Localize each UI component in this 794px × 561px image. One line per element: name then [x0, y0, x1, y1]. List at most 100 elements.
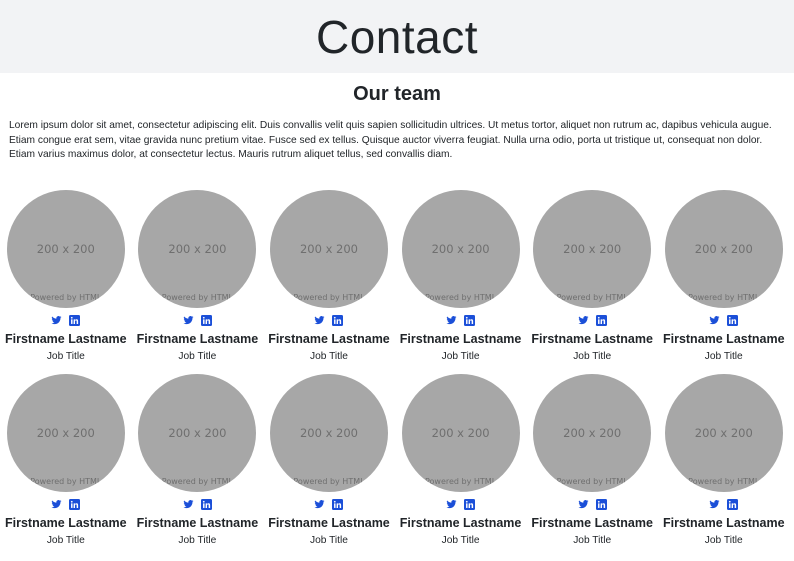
linkedin-link[interactable] — [69, 314, 81, 326]
member-name: Firstname Lastname — [662, 332, 785, 346]
avatar: 200 x 200 Powered by HTML — [6, 190, 125, 308]
avatar-size-label: 200 x 200 — [168, 242, 227, 256]
avatar: 200 x 200 Powered by HTML — [138, 374, 257, 492]
twitter-icon — [314, 315, 326, 324]
avatar-watermark: Powered by HTML — [688, 293, 760, 302]
twitter-link[interactable] — [578, 315, 589, 326]
member-job-title: Job Title — [310, 351, 348, 362]
linkedin-icon — [464, 498, 476, 510]
avatar: 200 x 200 Powered by HTML — [401, 374, 520, 492]
avatar-size-label: 200 x 200 — [431, 242, 490, 256]
linkedin-link[interactable] — [332, 498, 344, 510]
twitter-link[interactable] — [709, 499, 720, 510]
avatar: 200 x 200 Powered by HTML — [269, 190, 388, 308]
social-links — [51, 498, 81, 510]
linkedin-link[interactable] — [200, 314, 212, 326]
twitter-link[interactable] — [51, 499, 62, 510]
member-job-title: Job Title — [441, 351, 480, 362]
linkedin-link[interactable] — [332, 314, 344, 326]
avatar: 200 x 200 Powered by HTML — [269, 374, 388, 492]
social-links — [709, 498, 739, 510]
member-name: Firstname Lastname — [531, 332, 653, 346]
twitter-link[interactable] — [446, 315, 457, 326]
team-member-card: 200 x 200 Powered by HTML Firstname Last… — [526, 374, 658, 558]
member-name: Firstname Lastname — [399, 516, 522, 530]
linkedin-icon — [69, 498, 81, 510]
linkedin-link[interactable] — [69, 498, 81, 510]
linkedin-icon — [595, 498, 607, 510]
team-member-card: 200 x 200 Powered by HTML Firstname Last… — [526, 190, 658, 374]
linkedin-link[interactable] — [595, 498, 607, 510]
team-member-card: 200 x 200 Powered by HTML Firstname Last… — [263, 374, 395, 558]
avatar: 200 x 200 Powered by HTML — [533, 374, 652, 492]
avatar: 200 x 200 Powered by HTML — [6, 374, 125, 492]
linkedin-link[interactable] — [464, 314, 476, 326]
avatar-size-label: 200 x 200 — [36, 242, 95, 256]
linkedin-link[interactable] — [464, 498, 476, 510]
avatar-watermark: Powered by HTML — [293, 477, 365, 486]
twitter-icon — [578, 499, 589, 508]
twitter-icon — [183, 315, 194, 324]
member-name: Firstname Lastname — [662, 516, 785, 530]
twitter-link[interactable] — [183, 315, 194, 326]
avatar-watermark: Powered by HTML — [30, 477, 102, 486]
avatar: 200 x 200 Powered by HTML — [401, 190, 520, 308]
linkedin-icon — [332, 314, 344, 326]
social-links — [51, 314, 81, 326]
team-member-card: 200 x 200 Powered by HTML Firstname Last… — [658, 374, 790, 558]
team-heading: Our team — [353, 83, 441, 105]
linkedin-icon — [332, 498, 344, 510]
twitter-link[interactable] — [51, 315, 62, 326]
twitter-link[interactable] — [314, 315, 326, 326]
member-name: Firstname Lastname — [5, 332, 127, 346]
member-job-title: Job Title — [46, 535, 85, 546]
twitter-link[interactable] — [709, 315, 720, 326]
social-links — [578, 498, 607, 510]
team-row: 200 x 200 Powered by HTML Firstname Last… — [0, 374, 794, 558]
linkedin-link[interactable] — [727, 498, 739, 510]
twitter-icon — [183, 499, 194, 508]
linkedin-icon — [69, 314, 81, 326]
member-job-title: Job Title — [704, 535, 743, 546]
member-job-title: Job Title — [573, 535, 612, 546]
avatar-watermark: Powered by HTML — [161, 293, 233, 302]
member-job-title: Job Title — [178, 535, 217, 546]
linkedin-icon — [727, 314, 739, 326]
member-name: Firstname Lastname — [136, 332, 259, 346]
member-name: Firstname Lastname — [399, 332, 522, 346]
twitter-link[interactable] — [578, 499, 589, 510]
linkedin-icon — [727, 498, 739, 510]
linkedin-icon — [200, 314, 212, 326]
linkedin-link[interactable] — [727, 314, 739, 326]
avatar: 200 x 200 Powered by HTML — [664, 190, 783, 308]
page-header: Contact — [0, 0, 794, 73]
avatar-watermark: Powered by HTML — [424, 293, 497, 302]
member-name: Firstname Lastname — [268, 332, 390, 346]
member-job-title: Job Title — [178, 351, 217, 362]
member-job-title: Job Title — [441, 535, 480, 546]
member-name: Firstname Lastname — [5, 516, 127, 530]
twitter-link[interactable] — [183, 499, 194, 510]
member-name: Firstname Lastname — [136, 516, 259, 530]
social-links — [446, 498, 476, 510]
avatar-watermark: Powered by HTML — [30, 293, 102, 302]
twitter-link[interactable] — [314, 499, 326, 510]
team-member-card: 200 x 200 Powered by HTML Firstname Last… — [263, 190, 395, 374]
twitter-link[interactable] — [446, 499, 457, 510]
twitter-icon — [446, 499, 457, 508]
linkedin-icon — [200, 498, 212, 510]
member-name: Firstname Lastname — [268, 516, 390, 530]
twitter-icon — [709, 315, 720, 324]
team-member-card: 200 x 200 Powered by HTML Firstname Last… — [658, 190, 790, 374]
linkedin-link[interactable] — [200, 498, 212, 510]
avatar: 200 x 200 Powered by HTML — [533, 190, 652, 308]
avatar-watermark: Powered by HTML — [293, 293, 365, 302]
team-member-card: 200 x 200 Powered by HTML Firstname Last… — [132, 374, 264, 558]
page-title: Contact — [315, 10, 479, 63]
member-job-title: Job Title — [704, 351, 743, 362]
linkedin-icon — [464, 314, 476, 326]
team-member-card: 200 x 200 Powered by HTML Firstname Last… — [0, 374, 132, 558]
linkedin-link[interactable] — [595, 314, 607, 326]
avatar-size-label: 200 x 200 — [431, 426, 490, 440]
twitter-icon — [314, 499, 326, 508]
